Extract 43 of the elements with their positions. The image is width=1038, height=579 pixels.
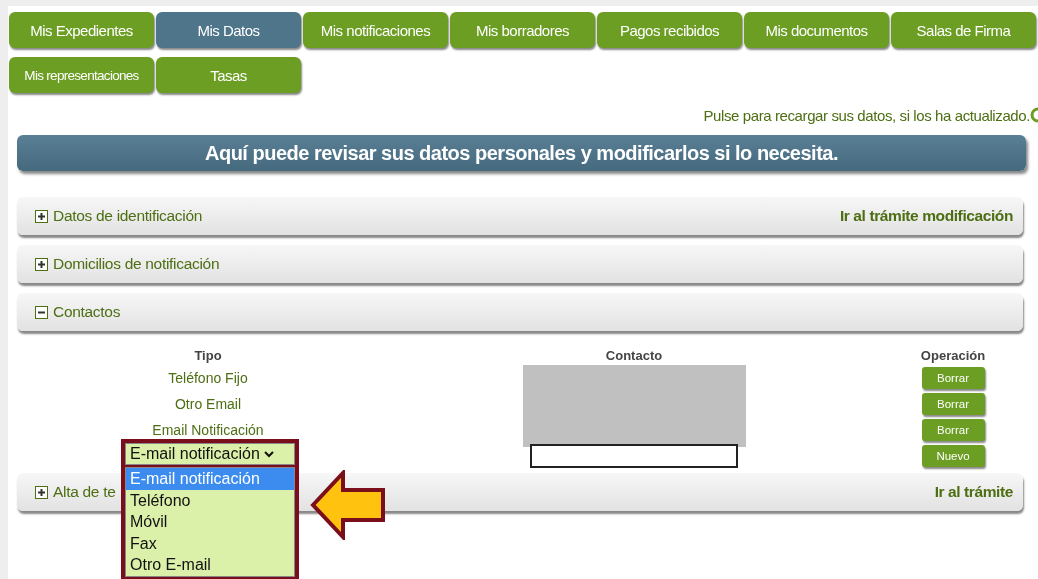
reload-link[interactable]: Pulse para recargar sus datos, si los ha actualizado. <box>703 106 1030 124</box>
expand-icon[interactable] <box>35 485 48 499</box>
nav-tab[interactable]: Mis Datos <box>156 12 301 48</box>
section-title: Domicilios de notificación <box>53 255 220 273</box>
delete-button[interactable]: Borrar <box>921 419 985 441</box>
nav-tab[interactable]: Mis Expedientes <box>9 12 154 48</box>
contact-type: Otro Email <box>173 396 243 412</box>
pointer-arrow-icon <box>310 470 386 540</box>
contact-input[interactable] <box>530 444 738 468</box>
contact-type: Teléfono Fijo <box>167 370 249 386</box>
contact-type: Email Notificación <box>151 422 265 438</box>
nav-tab[interactable]: Salas de Firma <box>891 12 1036 48</box>
section-title: Alta de te <box>53 483 116 501</box>
select-option[interactable]: E-mail notificación <box>126 468 294 490</box>
nav-tab[interactable]: Pagos recibidos <box>597 12 742 48</box>
select-option[interactable]: Otro E-mail <box>126 554 294 576</box>
nav-tab[interactable]: Mis representaciones <box>9 57 154 93</box>
procedure-link[interactable]: Ir al trámite modificación <box>839 207 1013 225</box>
section-header[interactable]: Domicilios de notificación <box>17 245 1023 283</box>
collapse-icon[interactable] <box>35 305 48 319</box>
nav-tab[interactable]: Tasas <box>156 57 301 93</box>
column-header: Tipo <box>193 348 223 365</box>
new-button[interactable]: Nuevo <box>921 445 985 467</box>
delete-button[interactable]: Borrar <box>921 393 985 415</box>
section-header[interactable]: Contactos <box>17 293 1023 331</box>
chevron-icon <box>263 450 274 458</box>
section-title: Datos de identificación <box>53 207 203 225</box>
procedure-link[interactable]: Ir al trámite <box>934 483 1013 501</box>
section-header[interactable]: Datos de identificación Ir al trámite modificación <box>17 197 1023 235</box>
select-option[interactable]: Móvil <box>126 511 294 533</box>
expand-icon[interactable] <box>35 209 48 223</box>
select-option[interactable]: Fax <box>126 532 294 554</box>
type-select[interactable]: E-mail notificación <box>125 443 295 465</box>
section-title: Contactos <box>53 303 121 321</box>
nav-tab[interactable]: Mis documentos <box>744 12 889 48</box>
nav-tab[interactable]: Mis notificaciones <box>303 12 448 48</box>
nav-tab[interactable]: Mis borradores <box>450 12 595 48</box>
info-banner: Aquí puede revisar sus datos personales y modificarlos si lo necesita. <box>17 135 1026 171</box>
column-header: Operación <box>919 348 987 365</box>
delete-button[interactable]: Borrar <box>921 367 985 389</box>
expand-icon[interactable] <box>35 257 48 271</box>
column-header: Contacto <box>604 348 664 365</box>
select-option[interactable]: Teléfono <box>126 489 294 511</box>
